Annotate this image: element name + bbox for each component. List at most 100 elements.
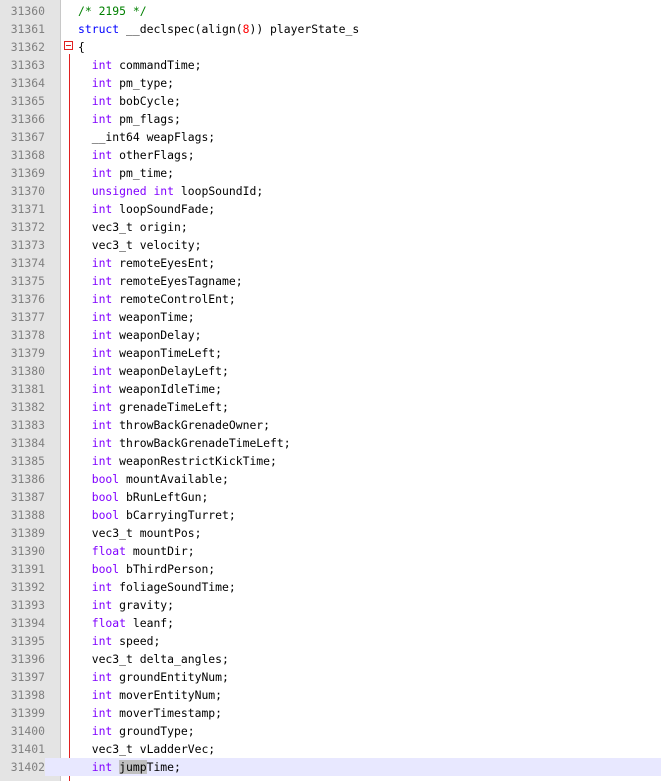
code-line[interactable]: 31376 int remoteControlEnt; xyxy=(0,290,661,308)
code-text: int foliageSoundTime; xyxy=(78,578,236,596)
code-line[interactable]: 31367 __int64 weapFlags; xyxy=(0,128,661,146)
code-token: throwBackGrenadeTimeLeft; xyxy=(112,436,291,450)
code-line[interactable]: 31363 int commandTime; xyxy=(0,56,661,74)
code-text: int pm_type; xyxy=(78,74,174,92)
code-line[interactable]: 31372 vec3_t origin; xyxy=(0,218,661,236)
line-number: 31381 xyxy=(10,382,45,396)
code-token: vec3_t vLadderVec; xyxy=(78,742,216,756)
line-number: 31392 xyxy=(10,580,45,594)
code-line[interactable]: 31370 unsigned int loopSoundId; xyxy=(0,182,661,200)
code-text: vec3_t mountPos; xyxy=(78,524,202,542)
code-text: int weaponDelay; xyxy=(78,326,202,344)
line-number: 31402 xyxy=(0,758,45,776)
line-number: 31362 xyxy=(10,40,45,54)
code-line[interactable]: 31398 int moverEntityNum; xyxy=(0,686,661,704)
line-number: 31378 xyxy=(10,328,45,342)
line-number: 31366 xyxy=(10,112,45,126)
code-line[interactable]: 31387 bool bRunLeftGun; xyxy=(0,488,661,506)
code-line[interactable]: 31397 int groundEntityNum; xyxy=(0,668,661,686)
code-token: int xyxy=(91,724,113,738)
code-token: float xyxy=(91,544,127,558)
code-token: remoteEyesEnt; xyxy=(112,256,216,270)
code-text: int weaponTime; xyxy=(78,308,195,326)
code-line[interactable]: 31392 int foliageSoundTime; xyxy=(0,578,661,596)
code-token: int xyxy=(91,454,113,468)
code-line[interactable]: 31390 float mountDir; xyxy=(0,542,661,560)
code-token: loopSoundId; xyxy=(174,184,264,198)
code-line[interactable]: 31360 /* 2195 */ xyxy=(0,2,661,20)
code-line[interactable]: 31368 int otherFlags; xyxy=(0,146,661,164)
code-token: gravity; xyxy=(112,598,175,612)
code-line[interactable]: 31395 int speed; xyxy=(0,632,661,650)
code-text: vec3_t origin; xyxy=(78,218,188,236)
code-line[interactable]: 31400 int groundType; xyxy=(0,722,661,740)
code-editor[interactable]: 31360 /* 2195 */ 31361 struct __declspec(al… xyxy=(0,2,661,776)
code-token: Time; xyxy=(146,760,181,774)
code-token: struct xyxy=(78,22,120,36)
code-token: { xyxy=(78,40,85,54)
code-token: moverEntityNum; xyxy=(112,688,223,702)
code-line[interactable]: 31373 vec3_t velocity; xyxy=(0,236,661,254)
code-line[interactable]: 31401 vec3_t vLadderVec; xyxy=(0,740,661,758)
code-line[interactable]: 31371 int loopSoundFade; xyxy=(0,200,661,218)
line-number: 31382 xyxy=(10,400,45,414)
code-line[interactable]: 31378 int weaponDelay; xyxy=(0,326,661,344)
code-line[interactable]: 31374 int remoteEyesEnt; xyxy=(0,254,661,272)
code-text: bool mountAvailable; xyxy=(78,470,229,488)
code-token: vec3_t origin; xyxy=(78,220,188,234)
code-text: bool bThirdPerson; xyxy=(78,560,215,578)
code-line[interactable]: 31389 vec3_t mountPos; xyxy=(0,524,661,542)
line-number: 31377 xyxy=(10,310,45,324)
code-line[interactable]: 31399 int moverTimestamp; xyxy=(0,704,661,722)
code-line[interactable]: 31379 int weaponTimeLeft; xyxy=(0,344,661,362)
code-line[interactable]: 31383 int throwBackGrenadeOwner; xyxy=(0,416,661,434)
code-line[interactable]: 31388 bool bCarryingTurret; xyxy=(0,506,661,524)
code-token: int xyxy=(91,94,113,108)
code-line[interactable]: 31375 int remoteEyesTagname; xyxy=(0,272,661,290)
code-line[interactable]: 31366 int pm_flags; xyxy=(0,110,661,128)
code-line[interactable]: 31365 int bobCycle; xyxy=(0,92,661,110)
code-line[interactable]: 31391 bool bThirdPerson; xyxy=(0,560,661,578)
current-code-line[interactable]: 31402 int jumpTime; xyxy=(0,758,661,776)
code-text: int otherFlags; xyxy=(78,146,195,164)
code-line[interactable]: 31394 float leanf; xyxy=(0,614,661,632)
code-line[interactable]: 31364 int pm_type; xyxy=(0,74,661,92)
code-token: pm_type; xyxy=(112,76,175,90)
code-line[interactable]: 31361 struct __declspec(align(8)) playerS… xyxy=(0,20,661,38)
code-line[interactable]: 31384 int throwBackGrenadeTimeLeft; xyxy=(0,434,661,452)
code-text: int bobCycle; xyxy=(78,92,181,110)
code-line[interactable]: 31362 { xyxy=(0,38,661,56)
code-token: weaponTimeLeft; xyxy=(112,346,223,360)
code-token: weaponTime; xyxy=(112,310,195,324)
code-line[interactable]: 31369 int pm_time; xyxy=(0,164,661,182)
code-line[interactable]: 31385 int weaponRestrictKickTime; xyxy=(0,452,661,470)
code-token: int xyxy=(91,634,113,648)
line-number: 31367 xyxy=(10,130,45,144)
code-line[interactable]: 31382 int grenadeTimeLeft; xyxy=(0,398,661,416)
search-highlight: jump xyxy=(119,760,147,774)
code-line[interactable]: 31393 int gravity; xyxy=(0,596,661,614)
code-line[interactable]: 31386 bool mountAvailable; xyxy=(0,470,661,488)
code-token: throwBackGrenadeOwner; xyxy=(112,418,271,432)
code-token: int xyxy=(153,184,175,198)
code-line[interactable]: 31381 int weaponIdleTime; xyxy=(0,380,661,398)
code-line[interactable]: 31377 int weaponTime; xyxy=(0,308,661,326)
code-text: bool bRunLeftGun; xyxy=(78,488,209,506)
code-text: int groundEntityNum; xyxy=(78,668,229,686)
code-token: bobCycle; xyxy=(112,94,181,108)
code-token: vec3_t mountPos; xyxy=(78,526,202,540)
code-line[interactable]: 31380 int weaponDelayLeft; xyxy=(0,362,661,380)
code-token: int xyxy=(91,436,113,450)
code-line[interactable]: 31396 vec3_t delta_angles; xyxy=(0,650,661,668)
